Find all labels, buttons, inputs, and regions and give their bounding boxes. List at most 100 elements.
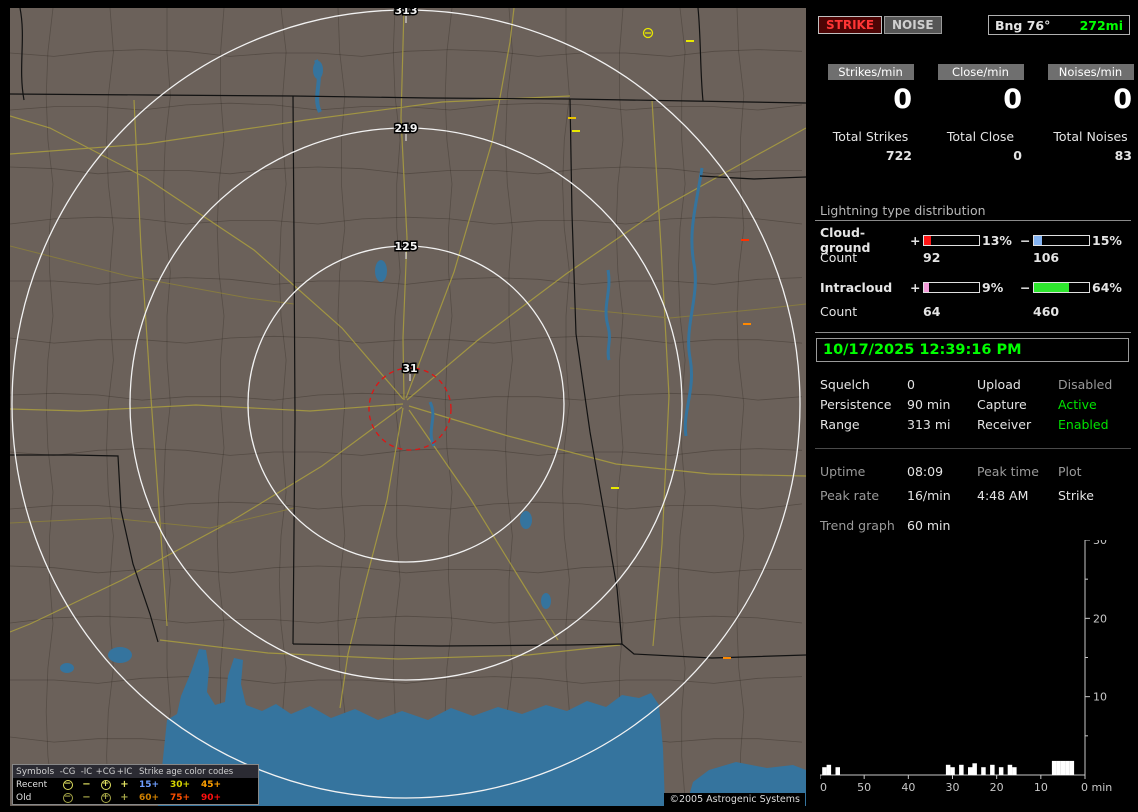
divider — [815, 448, 1131, 449]
svg-text:50: 50 — [857, 781, 871, 794]
svg-text:20: 20 — [1093, 612, 1107, 625]
neg-ic-icon: − — [81, 779, 92, 790]
status-row-range: Range 313 mi Receiver Enabled — [815, 415, 1131, 433]
capture-status: Active — [1058, 397, 1131, 412]
neg-cg-icon: − — [63, 780, 73, 790]
svg-text:60: 60 — [820, 781, 827, 794]
divider — [815, 332, 1131, 333]
cloud-ground-row: Cloud-ground + 13% − 15% — [815, 225, 1131, 241]
range-label: Range — [820, 417, 907, 432]
ic-pos-pct: 9% — [982, 280, 1020, 295]
count-label: Count — [820, 304, 910, 319]
ic-pos-count: 64 — [923, 304, 982, 319]
age-codes-recent: 15+ 30+ 45+ — [134, 780, 258, 790]
strikes-per-min-label: Strikes/min — [828, 64, 914, 80]
rate-chips: Strikes/min Close/min Noises/min — [819, 64, 1138, 80]
legend-row-old: Old − − + + 60+ 75+ 90+ — [13, 791, 258, 804]
ic-neg-bar — [1033, 282, 1090, 293]
intracloud-label: Intracloud — [820, 280, 910, 295]
noises-per-min-label: Noises/min — [1048, 64, 1134, 80]
svg-text:125: 125 — [395, 240, 418, 253]
legend-col-neg-cg: -CG — [60, 767, 76, 777]
pos-cg-icon: + — [101, 793, 111, 803]
peak-rate-label: Peak rate — [820, 488, 907, 503]
peak-rate-value: 16/min — [907, 488, 977, 503]
neg-ic-icon: − — [81, 792, 92, 803]
datetime-display: 10/17/2025 12:39:16 PM — [816, 338, 1129, 362]
total-strikes-value: 722 — [819, 148, 922, 163]
legend-recent-label: Recent — [16, 780, 58, 790]
upload-status: Disabled — [1058, 377, 1131, 392]
legend-symbols-title: Symbols — [16, 767, 58, 777]
legend-col-pos-cg: +CG — [96, 767, 116, 777]
peak-time-label: Peak time — [977, 464, 1058, 479]
trend-graph-value: 60 min — [907, 518, 977, 533]
plus-sign: + — [910, 280, 923, 295]
neg-cg-icon: − — [63, 793, 73, 803]
noises-per-min-value: 0 — [1039, 84, 1138, 115]
strike-mode-button[interactable]: STRIKE — [818, 16, 882, 34]
map-canvas: 31321912531 — [10, 8, 806, 806]
ic-pos-bar — [923, 282, 980, 293]
svg-text:40: 40 — [901, 781, 915, 794]
bearing-value: Bng 76° — [995, 18, 1050, 33]
status-row-persistence: Persistence 90 min Capture Active — [815, 395, 1131, 413]
cg-neg-bar — [1033, 235, 1090, 246]
svg-text:10: 10 — [1034, 781, 1048, 794]
uptime-label: Uptime — [820, 464, 907, 479]
cg-pos-bar — [923, 235, 980, 246]
stats-row-3: Trend graph 60 min — [815, 516, 1131, 534]
rate-values: 0 0 0 — [819, 84, 1138, 115]
plot-label: Plot — [1058, 464, 1131, 479]
intracloud-count-row: Count 64 460 — [815, 303, 1131, 319]
receiver-label: Receiver — [977, 417, 1058, 432]
squelch-value: 0 — [907, 377, 977, 392]
noise-mode-button[interactable]: NOISE — [884, 16, 942, 34]
cg-pos-pct: 13% — [982, 233, 1020, 248]
trend-chart-canvas: 1020306050403020100 min — [820, 540, 1122, 806]
total-labels: Total Strikes Total Close Total Noises — [819, 129, 1138, 144]
distance-value: 272mi — [1080, 18, 1123, 33]
ic-neg-pct: 64% — [1092, 280, 1130, 295]
cg-pos-count: 92 — [923, 250, 982, 265]
legend-old-label: Old — [16, 793, 58, 803]
bearing-display: Bng 76° 272mi — [988, 15, 1130, 35]
stats-row-2: Peak rate 16/min 4:48 AM Strike — [815, 486, 1131, 504]
squelch-label: Squelch — [820, 377, 907, 392]
plus-sign: + — [910, 233, 923, 248]
legend-col-pos-ic: +IC — [117, 767, 133, 777]
total-values: 722 0 83 — [819, 148, 1138, 163]
pos-cg-icon: + — [101, 780, 111, 790]
uptime-value: 08:09 — [907, 464, 977, 479]
status-panel: STRIKE NOISE Bng 76° 272mi Strikes/min C… — [815, 8, 1131, 806]
strike-legend: Symbols -CG -IC +CG +IC Strike age color… — [12, 764, 259, 805]
cg-neg-pct: 15% — [1092, 233, 1130, 248]
svg-text:20: 20 — [990, 781, 1004, 794]
total-noises-label: Total Noises — [1039, 129, 1138, 144]
svg-text:10: 10 — [1093, 691, 1107, 704]
svg-text:313: 313 — [395, 8, 418, 17]
total-close-value: 0 — [929, 148, 1032, 163]
count-label: Count — [820, 250, 910, 265]
legend-age-title: Strike age color codes — [134, 767, 258, 777]
total-strikes-label: Total Strikes — [819, 129, 922, 144]
lightning-map[interactable]: 31321912531 Symbols -CG -IC +CG +IC Stri… — [10, 8, 806, 806]
strikes-per-min-value: 0 — [819, 84, 922, 115]
pos-ic-icon: + — [119, 779, 130, 790]
total-noises-value: 83 — [1039, 148, 1138, 163]
strike-trend-graph: 1020306050403020100 min — [820, 540, 1122, 806]
pos-ic-icon: + — [119, 792, 130, 803]
persistence-label: Persistence — [820, 397, 907, 412]
peak-time-value: 4:48 AM — [977, 488, 1058, 503]
persistence-value: 90 min — [907, 397, 977, 412]
close-per-min-label: Close/min — [938, 64, 1024, 80]
legend-col-neg-ic: -IC — [81, 767, 93, 777]
close-per-min-value: 0 — [929, 84, 1032, 115]
cg-neg-count: 106 — [1033, 250, 1092, 265]
legend-row-recent: Recent − − + + 15+ 30+ 45+ — [13, 778, 258, 791]
svg-text:31: 31 — [402, 362, 417, 375]
svg-text:30: 30 — [1093, 540, 1107, 547]
range-value: 313 mi — [907, 417, 977, 432]
minus-sign: − — [1020, 233, 1033, 248]
intracloud-row: Intracloud + 9% − 64% — [815, 279, 1131, 295]
